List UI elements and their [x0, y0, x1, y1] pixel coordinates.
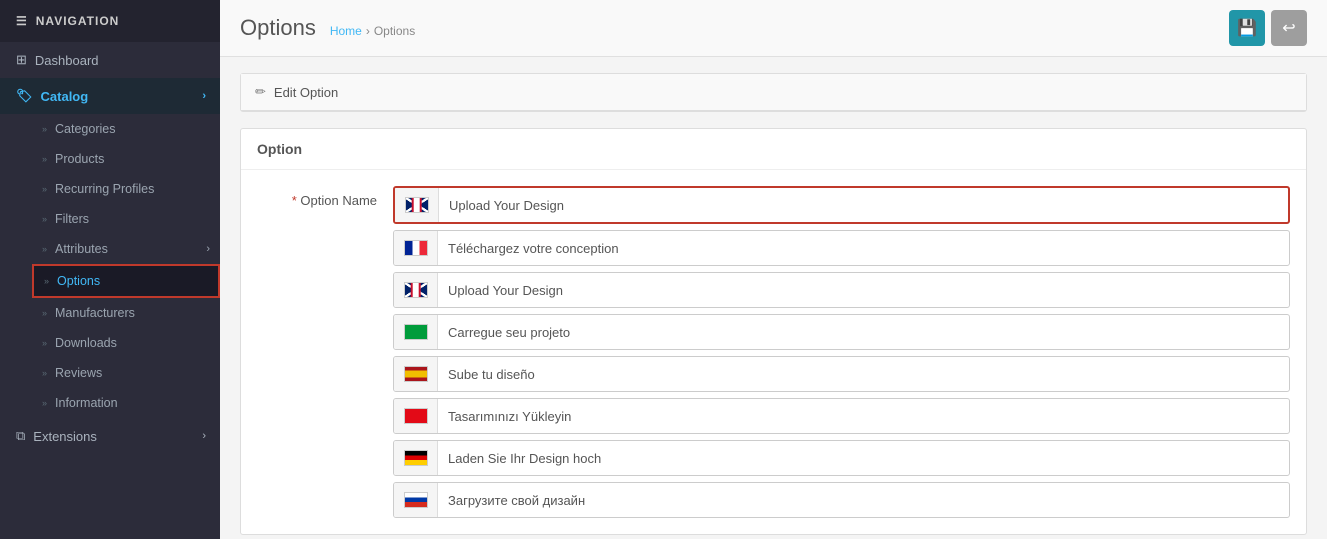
dot-icon: » — [42, 338, 47, 348]
option-name-entry-en — [393, 186, 1290, 224]
option-name-entry-de — [393, 440, 1290, 476]
catalog-submenu: » Categories » Products » Recurring Prof… — [0, 114, 220, 418]
flag-de-icon — [404, 450, 428, 466]
option-name-input-en[interactable] — [439, 192, 1288, 219]
breadcrumb: Home › Options — [330, 24, 415, 38]
option-name-input-ru[interactable] — [438, 487, 1289, 514]
option-form: * Option Name — [241, 170, 1306, 534]
extensions-icon: ⧉ — [16, 428, 25, 444]
flag-button-tr[interactable] — [394, 399, 438, 433]
topbar-left: Options Home › Options — [240, 15, 415, 41]
dot-icon: » — [42, 214, 47, 224]
pencil-icon: ✏ — [255, 84, 266, 100]
attributes-chevron-icon: › — [206, 243, 210, 255]
option-name-input-fr[interactable] — [438, 235, 1289, 262]
option-name-input-en2[interactable] — [438, 277, 1289, 304]
dot-icon: » — [42, 398, 47, 408]
flag-button-pt[interactable] — [394, 315, 438, 349]
flag-button-de[interactable] — [394, 441, 438, 475]
sidebar-item-catalog[interactable]: 🏷 Catalog › — [0, 78, 220, 114]
flag-ru-icon — [404, 492, 428, 508]
option-name-entry-es — [393, 356, 1290, 392]
dashboard-icon: ⊞ — [16, 52, 27, 68]
flag-button-fr[interactable] — [394, 231, 438, 265]
topbar: Options Home › Options 💾 ↩ — [220, 0, 1327, 57]
breadcrumb-separator: › — [366, 24, 370, 38]
dot-icon: » — [42, 124, 47, 134]
dot-icon: » — [42, 244, 47, 254]
flag-button-en2[interactable] — [394, 273, 438, 307]
flag-tr-icon — [404, 408, 428, 424]
back-button[interactable]: ↩ — [1271, 10, 1307, 46]
dot-icon: » — [42, 184, 47, 194]
option-section-title: Option — [241, 129, 1306, 170]
sidebar-item-attributes[interactable]: » Attributes › — [32, 234, 220, 264]
sidebar-item-filters[interactable]: » Filters — [32, 204, 220, 234]
option-name-entry-fr — [393, 230, 1290, 266]
save-button[interactable]: 💾 — [1229, 10, 1265, 46]
option-name-entry-tr — [393, 398, 1290, 434]
dot-icon: » — [42, 308, 47, 318]
option-name-row: * Option Name — [257, 186, 1290, 518]
tag-icon: 🏷 — [16, 88, 33, 104]
option-name-entry-ru — [393, 482, 1290, 518]
dot-icon: » — [42, 154, 47, 164]
sidebar-item-recurring-profiles[interactable]: » Recurring Profiles — [32, 174, 220, 204]
extensions-chevron-icon: › — [202, 430, 206, 442]
sidebar-item-manufacturers[interactable]: » Manufacturers — [32, 298, 220, 328]
flag-gb-icon — [405, 197, 429, 213]
back-icon: ↩ — [1282, 18, 1295, 38]
main-content: Options Home › Options 💾 ↩ ✏ Edit Option — [220, 0, 1327, 539]
option-name-input-pt[interactable] — [438, 319, 1289, 346]
breadcrumb-current: Options — [374, 24, 415, 38]
sidebar-item-downloads[interactable]: » Downloads — [32, 328, 220, 358]
dot-icon: » — [42, 368, 47, 378]
flag-button-en[interactable] — [395, 188, 439, 222]
sidebar-item-categories[interactable]: » Categories — [32, 114, 220, 144]
nav-header: ☰ NAVIGATION — [0, 0, 220, 42]
dot-icon: » — [44, 276, 49, 286]
sidebar-item-extensions[interactable]: ⧉ Extensions › — [0, 418, 220, 454]
flag-fr-icon — [404, 240, 428, 256]
sidebar-item-options[interactable]: » Options — [32, 264, 220, 298]
sidebar-item-products[interactable]: » Products — [32, 144, 220, 174]
option-name-input-es[interactable] — [438, 361, 1289, 388]
option-name-input-tr[interactable] — [438, 403, 1289, 430]
sidebar-item-reviews[interactable]: » Reviews — [32, 358, 220, 388]
option-name-label: * Option Name — [257, 186, 377, 208]
option-name-fields — [393, 186, 1290, 518]
sidebar: ☰ NAVIGATION ⊞ Dashboard 🏷 Catalog › » C… — [0, 0, 220, 539]
edit-option-panel: ✏ Edit Option — [240, 73, 1307, 112]
sidebar-item-information[interactable]: » Information — [32, 388, 220, 418]
breadcrumb-home[interactable]: Home — [330, 24, 362, 38]
topbar-actions: 💾 ↩ — [1229, 10, 1307, 46]
menu-icon: ☰ — [16, 14, 28, 28]
flag-button-es[interactable] — [394, 357, 438, 391]
option-name-input-de[interactable] — [438, 445, 1289, 472]
page-title: Options — [240, 15, 316, 41]
flag-button-ru[interactable] — [394, 483, 438, 517]
flag-es-icon — [404, 366, 428, 382]
sidebar-item-dashboard[interactable]: ⊞ Dashboard — [0, 42, 220, 78]
option-name-entry-pt — [393, 314, 1290, 350]
page-content: ✏ Edit Option Option * Option Name — [220, 57, 1327, 539]
edit-option-heading: ✏ Edit Option — [241, 74, 1306, 111]
option-section: Option * Option Name — [240, 128, 1307, 535]
catalog-chevron-icon: › — [202, 90, 206, 102]
flag-gb2-icon — [404, 282, 428, 298]
option-name-entry-en2 — [393, 272, 1290, 308]
flag-br-icon — [404, 324, 428, 340]
save-icon: 💾 — [1237, 18, 1257, 38]
required-star: * — [292, 193, 297, 208]
